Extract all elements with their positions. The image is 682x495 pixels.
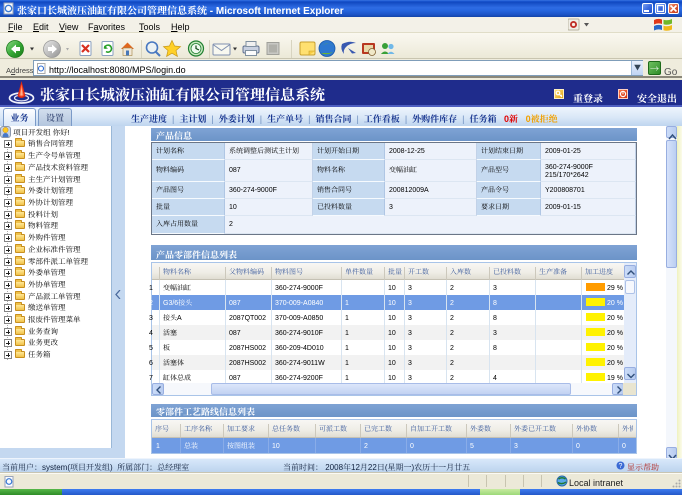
svg-text:?: ?	[619, 461, 623, 470]
